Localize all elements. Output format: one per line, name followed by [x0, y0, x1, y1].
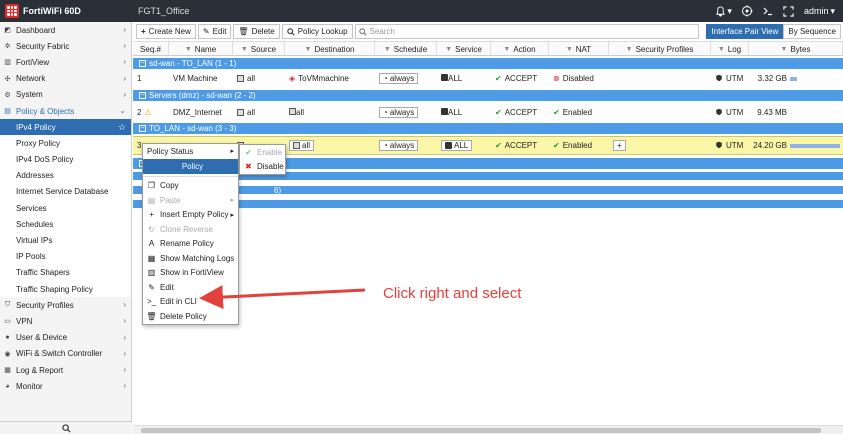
- annotation-text: Click right and select: [383, 285, 522, 302]
- arrow-line: [199, 285, 366, 310]
- annotation-arrow: [199, 285, 366, 310]
- fortigate-app: FortiWiFi 60D FGT1_Office ▾ admin ▾ ◩ Da…: [0, 0, 843, 434]
